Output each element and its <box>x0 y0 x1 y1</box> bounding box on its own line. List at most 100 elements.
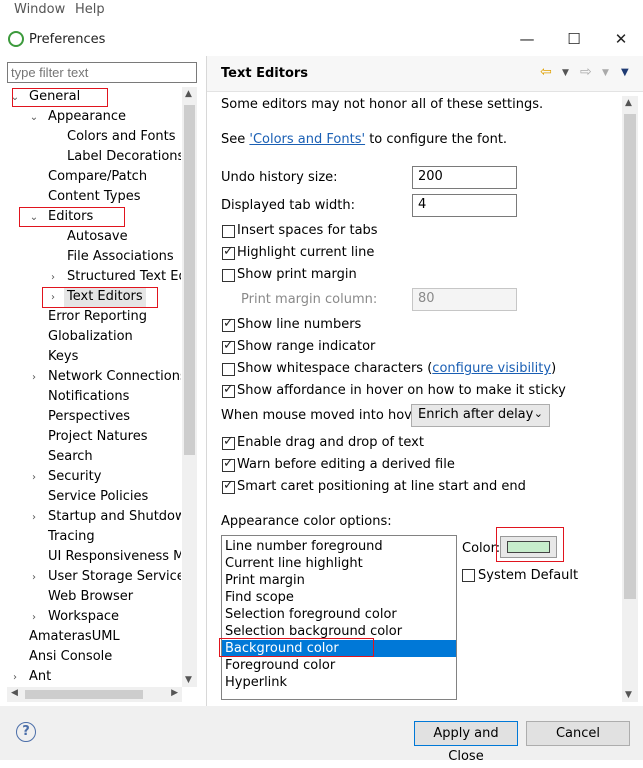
option-label-text: Enable drag and drop of text <box>237 435 424 450</box>
tree-item[interactable]: File Associations <box>67 247 174 267</box>
option-label-text: Warn before editing a derived file <box>237 457 455 472</box>
tree-item[interactable]: Globalization <box>48 327 133 347</box>
option-label: Show line numbers <box>237 317 361 332</box>
collapse-chevron-icon[interactable]: › <box>29 368 39 388</box>
expand-chevron-icon[interactable]: ⌄ <box>29 108 39 128</box>
option-label-text: Show range indicator <box>237 339 376 354</box>
tree-item[interactable]: Label Decorations <box>67 147 181 167</box>
collapse-chevron-icon[interactable]: › <box>48 268 58 288</box>
tab-width-label: Displayed tab width: <box>221 198 355 213</box>
tree-item[interactable]: Compare/Patch <box>48 167 147 187</box>
close-button[interactable]: ✕ <box>606 30 636 50</box>
maximize-button[interactable]: ☐ <box>559 30 589 50</box>
system-default-label: System Default <box>478 568 579 583</box>
scroll-left-icon[interactable]: ◀ <box>11 688 18 698</box>
minimize-button[interactable]: — <box>512 30 542 50</box>
option-label-text: Show affordance in hover on how to make … <box>237 383 566 398</box>
tree-item[interactable]: Web Browser <box>48 587 133 607</box>
option-checkbox[interactable] <box>222 225 235 238</box>
scroll-up-icon[interactable]: ▲ <box>185 89 192 99</box>
tree-item[interactable]: Network Connections <box>48 367 181 387</box>
collapse-chevron-icon[interactable]: › <box>29 508 39 528</box>
collapse-chevron-icon[interactable]: › <box>29 568 39 588</box>
tree-item[interactable]: Autosave <box>67 227 128 247</box>
back-menu-icon[interactable]: ▼ <box>562 68 569 78</box>
option-checkbox[interactable] <box>222 434 235 450</box>
tree-item[interactable]: Search <box>48 447 93 467</box>
color-option-item[interactable]: Selection foreground color <box>222 606 456 623</box>
help-icon[interactable]: ? <box>16 722 36 742</box>
cancel-button[interactable]: Cancel <box>526 721 630 746</box>
scroll-thumb[interactable] <box>25 690 143 699</box>
tree-item[interactable]: Keys <box>48 347 78 367</box>
color-option-item[interactable]: Line number foreground <box>222 538 456 555</box>
see-suffix: to configure the font. <box>365 132 508 147</box>
tree-vertical-scrollbar[interactable]: ▲ ▼ <box>182 87 197 687</box>
tree-item[interactable]: Perspectives <box>48 407 130 427</box>
tree-item[interactable]: Security <box>48 467 101 487</box>
color-option-item[interactable]: Foreground color <box>222 657 456 674</box>
option-checkbox[interactable] <box>222 382 235 398</box>
option-checkbox[interactable] <box>222 478 235 494</box>
collapse-chevron-icon[interactable]: › <box>29 468 39 488</box>
tree-item[interactable]: Project Natures <box>48 427 147 447</box>
colors-fonts-hint: See 'Colors and Fonts' to configure the … <box>221 132 507 147</box>
appearance-color-list[interactable]: Line number foreground Current line highl… <box>221 535 457 700</box>
tree-item[interactable]: Colors and Fonts <box>67 127 176 147</box>
color-option-item[interactable]: Current line highlight <box>222 555 456 572</box>
option-checkbox[interactable] <box>222 316 235 332</box>
scroll-up-icon[interactable]: ▲ <box>625 98 632 108</box>
option-label: Smart caret positioning at line start an… <box>237 479 526 494</box>
option-checkbox[interactable] <box>222 456 235 472</box>
color-option-item[interactable]: Hyperlink <box>222 674 456 691</box>
scroll-down-icon[interactable]: ▼ <box>185 675 192 685</box>
configure-visibility-link[interactable]: configure visibility <box>432 361 551 376</box>
tree-item[interactable]: User Storage Service <box>48 567 181 587</box>
back-arrow-icon[interactable]: ⇦ <box>540 64 552 80</box>
close-paren: ) <box>551 361 557 376</box>
option-label-text: Insert spaces for tabs <box>237 223 378 238</box>
scroll-down-icon[interactable]: ▼ <box>625 690 632 700</box>
collapse-chevron-icon[interactable]: › <box>29 608 39 628</box>
option-checkbox[interactable] <box>222 338 235 354</box>
tab-width-field[interactable]: 4 <box>412 194 517 217</box>
tree-item[interactable]: Content Types <box>48 187 140 207</box>
tree-item[interactable]: Service Policies <box>48 487 148 507</box>
option-label-text: Smart caret positioning at line start an… <box>237 479 526 494</box>
menu-help[interactable]: Help <box>75 2 105 17</box>
tree-item[interactable]: Ansi Console <box>29 647 112 667</box>
color-option-item[interactable]: Print margin <box>222 572 456 589</box>
apply-and-close-button[interactable]: Apply and Close <box>414 721 518 764</box>
undo-history-field[interactable]: 200 <box>412 166 517 189</box>
forward-arrow-icon[interactable]: ⇨ <box>580 64 592 80</box>
tree-item[interactable]: Error Reporting <box>48 307 147 327</box>
collapse-chevron-icon[interactable]: › <box>10 668 20 687</box>
tree-item[interactable]: Tracing <box>48 527 95 547</box>
option-label-text: Show line numbers <box>237 317 362 332</box>
menu-window[interactable]: Window <box>14 2 65 17</box>
view-menu-icon[interactable]: ▼ <box>621 67 629 78</box>
tree-item[interactable]: Startup and Shutdown <box>48 507 181 527</box>
tree-item[interactable]: UI Responsiveness Mo <box>48 547 181 567</box>
filter-input[interactable] <box>7 62 197 83</box>
option-checkbox[interactable] <box>222 363 235 376</box>
forward-menu-icon[interactable]: ▼ <box>602 68 609 78</box>
option-checkbox[interactable] <box>222 244 235 260</box>
system-default-checkbox[interactable] <box>462 569 475 582</box>
colors-and-fonts-link[interactable]: 'Colors and Fonts' <box>249 132 365 147</box>
hover-dropdown[interactable]: Enrich after delay ⌄ <box>411 404 550 427</box>
scroll-thumb[interactable] <box>624 114 636 599</box>
scroll-right-icon[interactable]: ▶ <box>171 688 178 698</box>
tree-item[interactable]: Workspace <box>48 607 119 627</box>
tree-horizontal-scrollbar[interactable]: ◀ ▶ <box>7 687 182 702</box>
color-option-item[interactable]: Find scope <box>222 589 456 606</box>
see-prefix: See <box>221 132 250 147</box>
tree-item[interactable]: Ant <box>29 667 51 687</box>
tree-item[interactable]: AmaterasUML <box>29 627 120 647</box>
option-checkbox[interactable] <box>222 269 235 282</box>
tree-item[interactable]: Appearance <box>48 107 126 127</box>
tree-item[interactable]: Notifications <box>48 387 129 407</box>
tree-item[interactable]: Structured Text Edi <box>67 267 181 287</box>
scroll-thumb[interactable] <box>184 105 195 455</box>
page-vertical-scrollbar[interactable]: ▲ ▼ <box>622 96 638 702</box>
